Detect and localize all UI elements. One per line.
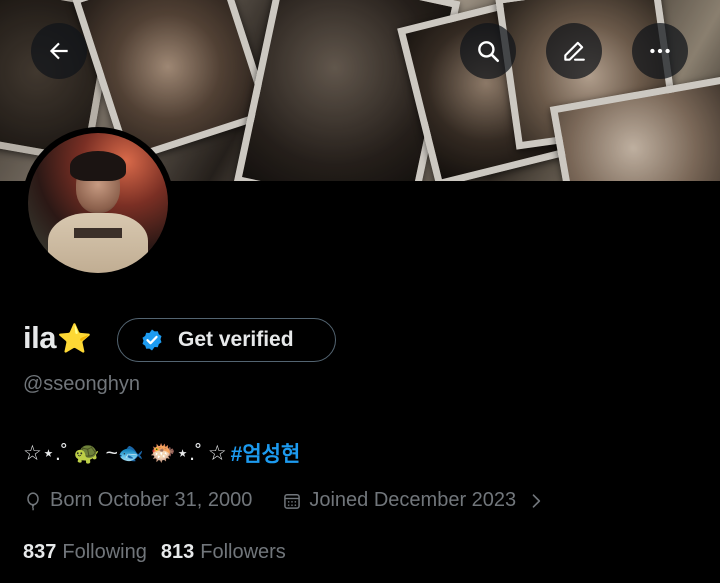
more-horizontal-icon xyxy=(650,48,670,54)
profile-bio: ☆⋆.˚ 🐢 ~🐟 🐡⋆.˚ ☆ #엄성현 xyxy=(23,438,300,468)
avatar[interactable] xyxy=(22,127,174,279)
avatar-shirt-print xyxy=(74,228,122,238)
get-verified-button[interactable]: Get verified xyxy=(117,318,336,362)
avatar-photo xyxy=(28,133,168,273)
search-button[interactable] xyxy=(460,23,516,79)
following-count: 837 xyxy=(23,541,57,563)
following-label: Following xyxy=(62,541,147,563)
star-emoji: ⭐ xyxy=(56,322,92,354)
edit-button[interactable] xyxy=(546,23,602,79)
joined-item[interactable]: Joined December 2023 xyxy=(282,489,546,512)
following-link[interactable]: 837 Following xyxy=(23,541,147,564)
get-verified-label: Get verified xyxy=(178,328,294,351)
verified-badge-icon xyxy=(142,329,162,351)
bio-symbols: ☆⋆.˚ 🐢 ~🐟 🐡⋆.˚ ☆ xyxy=(23,441,227,465)
balloon-icon xyxy=(27,491,39,510)
arrow-left-icon xyxy=(49,42,68,60)
display-name: ila xyxy=(23,320,56,355)
followers-link[interactable]: 813 Followers xyxy=(161,541,286,564)
follow-stats: 837 Following 813 Followers xyxy=(23,541,286,564)
followers-label: Followers xyxy=(200,541,286,563)
birthday-text: Born October 31, 2000 xyxy=(50,489,253,511)
profile-name-row: ila ⭐ xyxy=(23,320,92,356)
joined-text: Joined December 2023 xyxy=(309,489,517,511)
avatar-shirt xyxy=(48,213,148,273)
birthday-item: Born October 31, 2000 xyxy=(23,489,252,512)
avatar-hair xyxy=(70,151,126,181)
back-button[interactable] xyxy=(31,23,87,79)
profile-meta: Born October 31, 2000 Joined December 20… xyxy=(23,489,546,512)
followers-count: 813 xyxy=(160,541,195,563)
pencil-icon xyxy=(564,41,585,61)
bio-hashtag-link[interactable]: #엄성현 xyxy=(231,438,301,468)
user-handle: @sseonghyn xyxy=(23,373,141,395)
search-icon xyxy=(478,41,500,63)
chevron-right-icon xyxy=(532,493,541,508)
calendar-icon xyxy=(284,493,301,509)
more-button[interactable] xyxy=(632,23,688,79)
